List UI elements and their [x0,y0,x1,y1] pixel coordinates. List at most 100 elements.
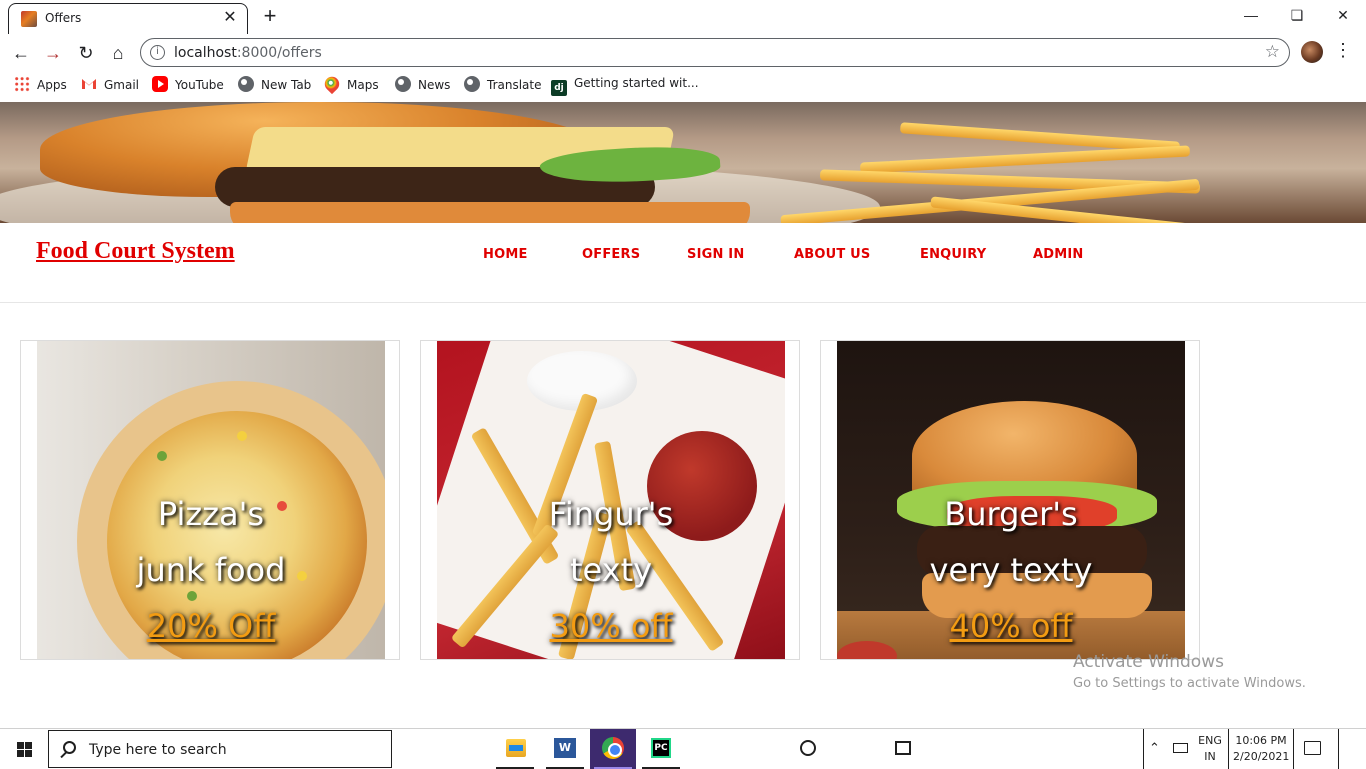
offer-discount-link[interactable]: 40% off [837,598,1185,654]
nav-about-us[interactable]: ABOUT US [794,247,871,262]
bookmark-star-icon[interactable]: ☆ [1265,42,1280,62]
search-placeholder: Type here to search [89,742,227,758]
offer-title: Burger's [944,495,1078,533]
tab-title: Offers [45,11,82,25]
bookmark-django[interactable]: dj Getting started wit... [551,76,699,96]
maps-pin-icon [321,73,343,95]
cortana-icon [800,740,816,756]
task-view-button[interactable] [440,729,911,769]
apps-grid-icon [14,76,30,92]
pizza-topping [237,431,247,441]
taskbar-word[interactable]: W [542,729,588,769]
offer-card-fries[interactable]: Fingur's texty 30% off [420,340,800,660]
offer-subtitle: texty [569,551,653,589]
pycharm-icon: PC [651,738,671,758]
url-path: :8000/offers [236,45,322,61]
windows-taskbar: Type here to search W PC ⌃ ENG IN 10:06 … [0,728,1366,769]
tab-close-icon[interactable]: ✕ [221,9,239,27]
start-button[interactable] [0,729,48,769]
notification-center-icon[interactable] [1304,741,1321,755]
restore-button[interactable]: ❏ [1274,0,1320,30]
search-icon [63,741,76,754]
nav-offers[interactable]: OFFERS [582,247,640,262]
bookmark-gmail[interactable]: Gmail [81,76,139,96]
offer-discount-link[interactable]: 20% Off [37,598,385,654]
browser-tab[interactable]: Offers ✕ [8,3,248,34]
input-language[interactable]: ENG IN [1197,733,1223,765]
hero-bun-bottom [230,202,750,223]
hero-banner-image [0,102,1366,223]
home-button[interactable]: ⌂ [105,40,131,66]
system-clock[interactable]: 10:06 PM 2/20/2021 [1233,733,1289,765]
offer-caption: Burger's very texty 40% off [837,486,1185,654]
lang-region: IN [1204,750,1216,763]
more-menu-icon[interactable]: ⋮ [1333,40,1353,64]
bookmark-maps[interactable]: Maps [321,73,379,96]
nav-admin[interactable]: ADMIN [1033,247,1084,262]
taskbar-pycharm[interactable]: PC [638,729,684,769]
pizza-image: Pizza's junk food 20% Off [37,341,385,659]
taskbar-chrome[interactable] [590,729,636,769]
task-view-icon [895,741,911,755]
info-icon[interactable]: i [150,45,165,60]
bookmark-label: New Tab [261,78,312,92]
reload-button[interactable]: ↻ [73,40,99,66]
bookmark-label: Translate [487,78,542,92]
back-button[interactable]: ← [8,40,34,66]
cortana-button[interactable] [392,729,816,769]
offer-subtitle: junk food [136,551,286,589]
close-window-button[interactable]: ✕ [1320,0,1366,30]
globe-icon [395,76,411,92]
taskbar-search-box[interactable]: Type here to search [48,730,392,768]
bookmark-label: Gmail [104,78,140,92]
address-bar[interactable]: i localhost:8000/offers ☆ [140,38,1290,67]
chrome-icon [602,737,624,759]
fries-image: Fingur's texty 30% off [437,341,785,659]
bookmark-label: News [418,78,451,92]
url-host: localhost [174,45,237,61]
tab-favicon-icon [21,11,37,27]
browser-toolbar: ← → ↻ ⌂ i localhost:8000/offers ☆ [0,34,1366,71]
tray-divider [1293,729,1294,769]
offer-card-burger[interactable]: Burger's very texty 40% off [820,340,1200,660]
bookmark-news[interactable]: News [395,76,450,96]
clock-time: 10:06 PM [1235,734,1287,747]
offer-caption: Pizza's junk food 20% Off [37,486,385,654]
offer-discount-link[interactable]: 30% off [437,598,785,654]
show-hidden-icons-chevron-icon[interactable]: ⌃ [1149,741,1160,756]
bookmarks-bar: Apps Gmail YouTube New Tab Maps News Tra… [0,71,1366,102]
nav-home[interactable]: HOME [483,247,528,262]
minimize-button[interactable]: — [1228,0,1274,30]
taskbar-file-explorer[interactable] [492,729,538,769]
bookmark-youtube[interactable]: YouTube [152,76,224,96]
tab-strip: Offers ✕ + — ❏ ✕ [0,0,1366,34]
offer-title: Pizza's [157,495,265,533]
nav-enquiry[interactable]: ENQUIRY [920,247,986,262]
profile-avatar[interactable] [1301,41,1323,63]
file-explorer-icon [506,739,526,757]
tray-divider [1338,729,1339,769]
bookmark-apps[interactable]: Apps [14,76,67,96]
hero-fry [859,145,1191,174]
battery-icon[interactable] [1173,743,1188,753]
offer-subtitle: very texty [929,551,1093,589]
nav-sign-in[interactable]: SIGN IN [687,247,744,262]
globe-icon [238,76,254,92]
tray-divider [1228,729,1229,769]
bookmark-translate[interactable]: Translate [464,76,542,96]
lang-code: ENG [1198,734,1222,747]
url-text: localhost:8000/offers [174,45,322,61]
bookmark-new-tab[interactable]: New Tab [238,76,311,96]
offer-card-pizza[interactable]: Pizza's junk food 20% Off [20,340,400,660]
bookmark-label: Maps [347,78,379,92]
offer-caption: Fingur's texty 30% off [437,486,785,654]
youtube-icon [152,76,168,92]
new-tab-button[interactable]: + [258,4,282,28]
bookmark-label: Getting started wit... [574,76,699,90]
bookmark-label: Apps [37,78,67,92]
pizza-topping [157,451,167,461]
django-icon: dj [551,80,567,96]
site-brand-link[interactable]: Food Court System [36,238,235,265]
activate-windows-watermark: Activate Windows Go to Settings to activ… [1073,652,1306,691]
forward-button[interactable]: → [40,40,66,66]
